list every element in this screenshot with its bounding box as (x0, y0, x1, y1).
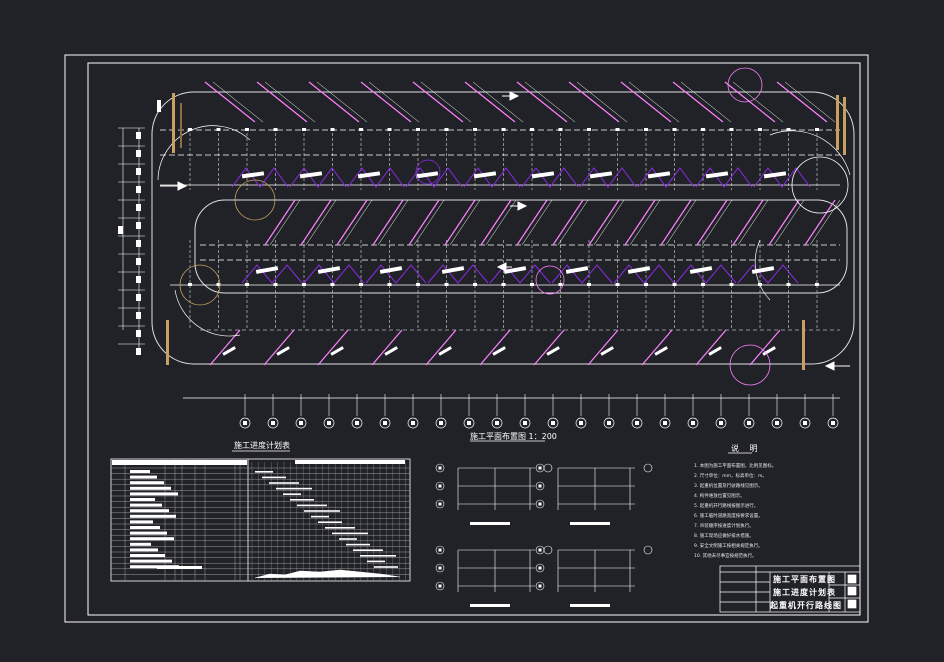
note-item: 4. 构件堆放位置见图示。 (694, 494, 745, 499)
crane-swing-arc-left-low (174, 289, 241, 337)
schedule-table (110, 458, 411, 582)
note-item: 9. 安全文明施工按相关规定执行。 (694, 544, 763, 549)
note-item: 6. 施工临时道路宽度按要求设置。 (694, 514, 763, 519)
crane-road-outer (151, 91, 855, 365)
title-block-line2: 施工进度计划表 (773, 588, 836, 597)
title-block-line1: 施工平面布置图 (773, 575, 836, 584)
note-item: 5. 起重机开行路线按图示进行。 (694, 504, 759, 509)
beam-stockpile-top (204, 81, 836, 123)
notes-title: 说 明 (731, 444, 762, 453)
note-item: 10. 其他未尽事宜按规范执行。 (694, 554, 757, 559)
left-dimension-ladder (118, 100, 161, 355)
travel-direction-arrows (160, 91, 850, 371)
crane-positions (179, 67, 849, 386)
note-item: 8. 施工现场应做好排水措施。 (694, 534, 754, 539)
site-plan-title: 施工平面布置图 1：200 (470, 432, 557, 441)
crane-swing-arc-left (157, 125, 251, 181)
beam-stockpile-bottom (209, 329, 781, 366)
stockpile-posts (166, 93, 846, 370)
schedule-title: 施工进度计划表 (234, 441, 290, 450)
note-item: 3. 起重机位置及行驶路线见图示。 (694, 484, 763, 489)
cad-drawing-viewport[interactable]: 施工进度计划表 施工平面布置图 1：200 说 明 1. 本图为施工平面布置图，… (0, 0, 944, 658)
note-item: 2. 尺寸单位：mm，标高单位：m。 (694, 474, 767, 479)
title-block-line3: 起重机开行路线图 (770, 601, 842, 610)
crane-road-inner-top (194, 199, 848, 294)
small-lifting-plans (435, 463, 653, 607)
notes-list: 1. 本图为施工平面布置图，比例见图标。 2. 尺寸单位：mm，标高单位：m。 … (694, 463, 854, 563)
column-grid-top (188, 128, 819, 190)
axis-bubbles (239, 394, 839, 429)
note-item: 1. 本图为施工平面布置图，比例见图标。 (694, 464, 777, 469)
note-item: 7. 吊装顺序按进度计划执行。 (694, 524, 754, 529)
beam-stockpile-middle (264, 199, 841, 246)
